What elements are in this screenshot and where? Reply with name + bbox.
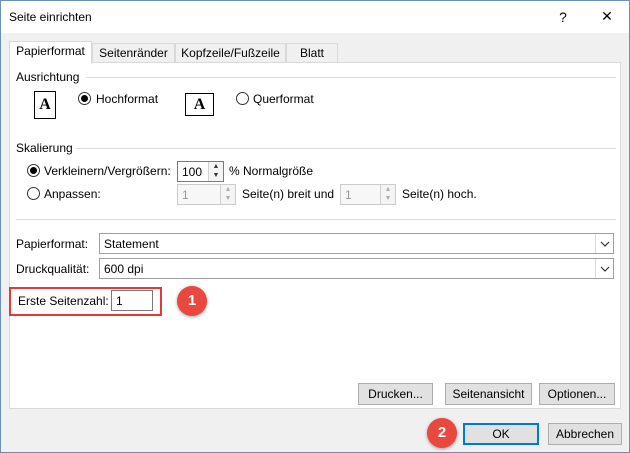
page-setup-dialog: Seite einrichten ? ✕ Papierformat Seiten…	[0, 0, 630, 453]
portrait-radio[interactable]	[78, 92, 91, 105]
step-1-badge: 1	[177, 286, 207, 316]
tab-kopfzeile-fusszeile[interactable]: Kopfzeile/Fußzeile	[175, 43, 286, 63]
adjust-spinner[interactable]: 100 ▲ ▼	[177, 161, 224, 182]
fit-tall-spinner[interactable]: 1 ▲ ▼	[340, 184, 396, 205]
spin-up-icon[interactable]: ▲	[381, 185, 395, 194]
fit-tall-value: 1	[345, 188, 352, 202]
fit-label[interactable]: Anpassen:	[44, 187, 101, 201]
fit-tall-suffix: Seite(n) hoch.	[402, 187, 477, 201]
tab-papierformat[interactable]: Papierformat	[9, 41, 92, 64]
tab-seitenraender[interactable]: Seitenränder	[92, 43, 175, 63]
scaling-heading: Skalierung	[16, 141, 73, 155]
first-page-number-highlight	[9, 287, 162, 316]
tab-panel-papierformat: Ausrichtung A Hochformat A Querformat Sk…	[9, 62, 621, 409]
portrait-label[interactable]: Hochformat	[96, 92, 158, 106]
fit-wide-suffix: Seite(n) breit und	[242, 187, 335, 201]
paper-size-value: Statement	[104, 237, 159, 251]
step-2-badge: 2	[427, 418, 457, 448]
chevron-down-icon[interactable]	[595, 234, 613, 253]
adjust-value: 100	[182, 165, 203, 179]
landscape-page-icon: A	[185, 93, 214, 116]
help-button[interactable]: ?	[541, 1, 585, 32]
print-button[interactable]: Drucken...	[358, 383, 433, 405]
dialog-title: Seite einrichten	[9, 10, 92, 24]
landscape-label[interactable]: Querformat	[253, 92, 314, 106]
orientation-heading: Ausrichtung	[16, 70, 80, 84]
print-quality-value: 600 dpi	[104, 262, 144, 276]
spin-down-icon[interactable]: ▼	[221, 194, 235, 203]
options-button[interactable]: Optionen...	[539, 383, 615, 405]
fit-wide-value: 1	[182, 188, 189, 202]
fit-wide-spinner[interactable]: 1 ▲ ▼	[177, 184, 236, 205]
fit-radio[interactable]	[27, 187, 40, 200]
landscape-radio[interactable]	[236, 92, 249, 105]
chevron-down-icon[interactable]	[595, 259, 613, 278]
spin-down-icon[interactable]: ▼	[381, 194, 395, 203]
print-preview-button[interactable]: Seitenansicht	[445, 383, 532, 405]
scaling-divider	[76, 148, 616, 149]
help-icon: ?	[559, 8, 567, 25]
spin-down-icon[interactable]: ▼	[209, 171, 223, 180]
print-quality-select[interactable]: 600 dpi	[99, 258, 614, 279]
paper-size-select[interactable]: Statement	[99, 233, 614, 254]
tab-blatt[interactable]: Blatt	[286, 43, 338, 63]
orientation-divider	[86, 77, 616, 78]
close-icon: ✕	[601, 8, 613, 24]
title-bar: Seite einrichten ? ✕	[1, 1, 629, 33]
adjust-label[interactable]: Verkleinern/Vergrößern:	[44, 164, 171, 178]
print-quality-label: Druckqualität:	[16, 262, 90, 276]
close-button[interactable]: ✕	[585, 1, 629, 32]
adjust-radio[interactable]	[27, 164, 40, 177]
cancel-button[interactable]: Abbrechen	[548, 423, 622, 445]
ok-button[interactable]: OK	[463, 423, 539, 445]
section-divider	[16, 219, 616, 220]
adjust-suffix: % Normalgröße	[229, 164, 314, 178]
spin-up-icon[interactable]: ▲	[221, 185, 235, 194]
portrait-page-icon: A	[34, 91, 56, 119]
spin-up-icon[interactable]: ▲	[209, 162, 223, 171]
paper-size-label: Papierformat:	[16, 237, 89, 251]
